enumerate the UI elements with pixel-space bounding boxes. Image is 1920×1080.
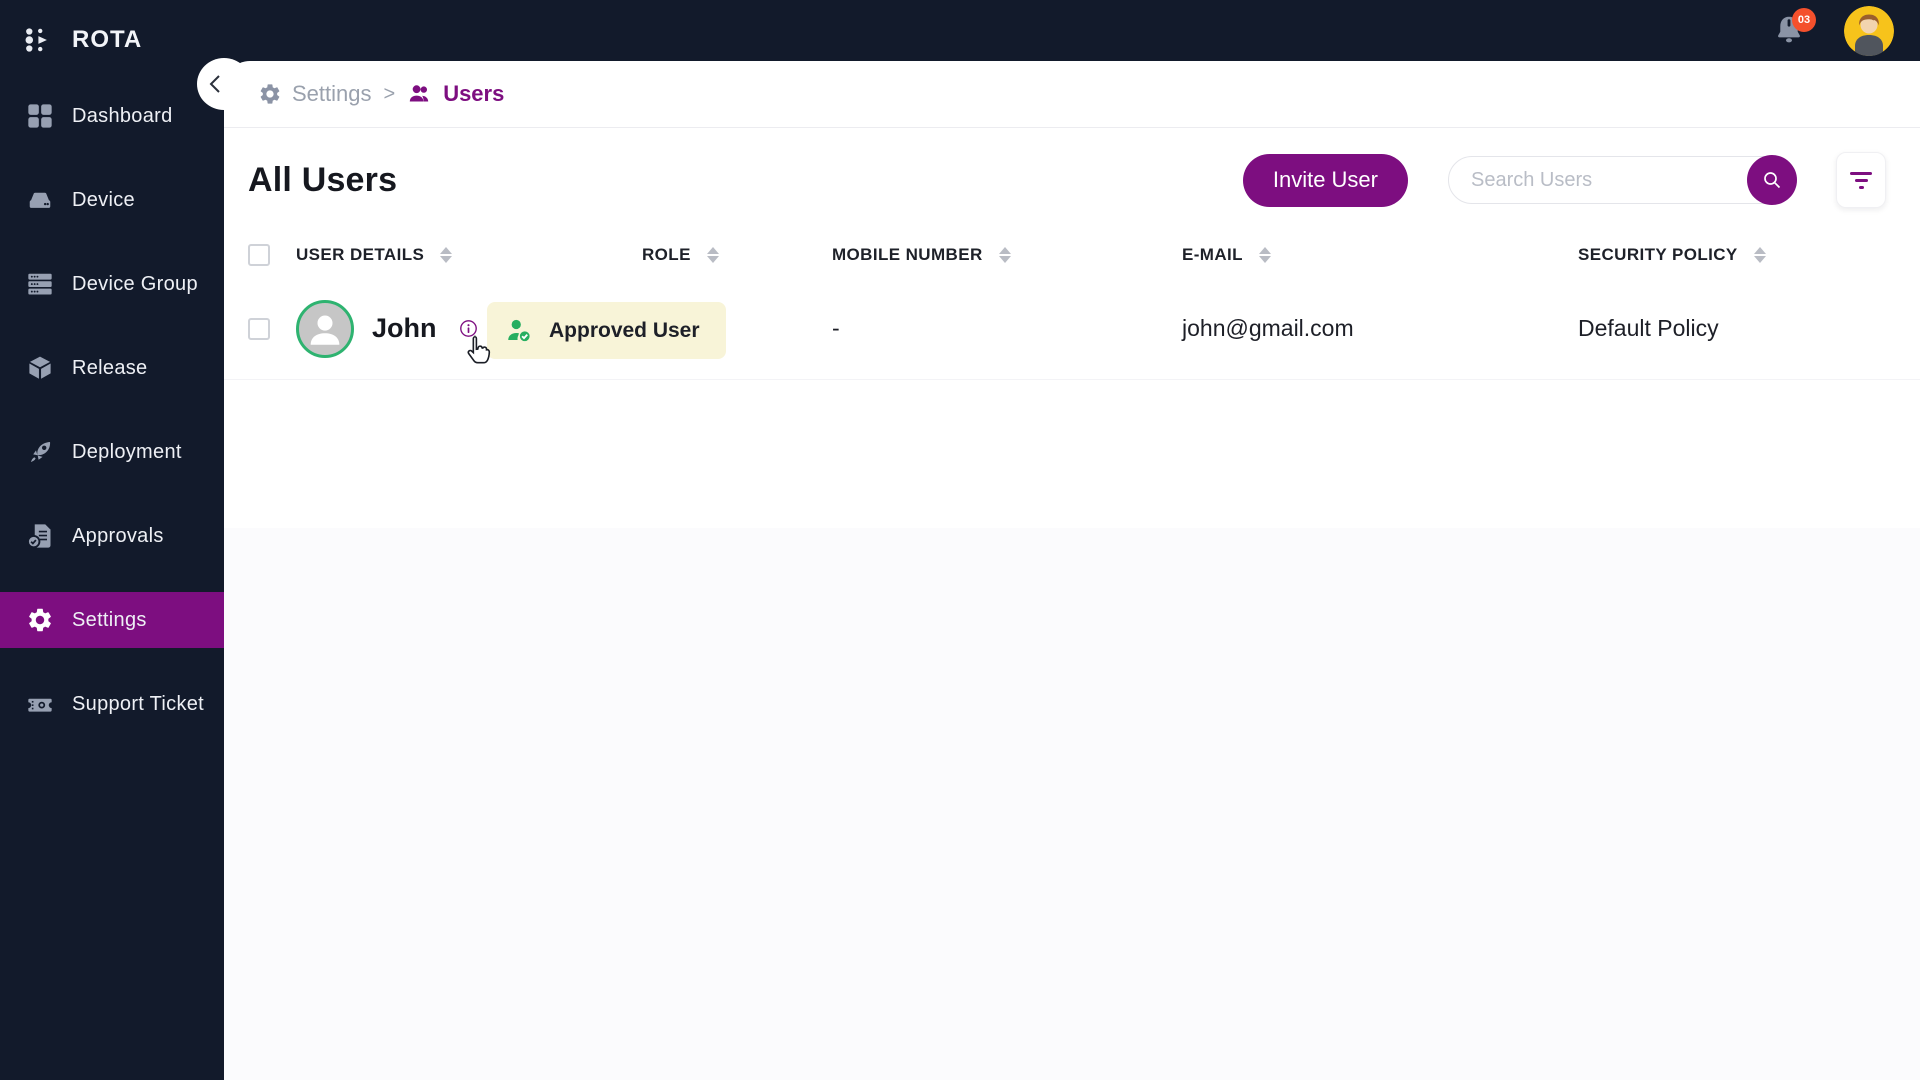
row-checkbox[interactable] (248, 317, 270, 340)
breadcrumb-settings-label: Settings (292, 81, 372, 106)
notification-badge: 03 (1792, 7, 1816, 32)
select-all-checkbox[interactable] (248, 244, 270, 266)
column-header-mobile[interactable]: MOBILE NUMBER (832, 245, 1182, 265)
sidebar-nav: Dashboard Device Device Group Release De… (0, 74, 224, 746)
sort-icon (1258, 247, 1271, 263)
mouse-cursor-icon (462, 334, 494, 377)
sidebar: ROTA Dashboard Device Device Group Relea… (0, 0, 224, 1080)
gear-icon (260, 84, 280, 104)
users-icon (409, 85, 429, 102)
search-button[interactable] (1747, 155, 1797, 205)
table-header: USER DETAILS ROLE MOBILE NUMBER E-MAIL S… (224, 232, 1920, 278)
sidebar-item-label: Release (72, 356, 148, 379)
email-cell: john@gmail.com (1182, 315, 1354, 341)
app-screen: ROTA Dashboard Device Device Group Relea… (0, 0, 1920, 1080)
avatar-image (1844, 5, 1894, 56)
breadcrumb-users[interactable]: Users (407, 81, 504, 107)
breadcrumb: Settings > Users (258, 81, 504, 107)
main-content: Settings > Users All Users Invite User S… (197, 58, 1920, 1080)
sort-icon (440, 247, 453, 263)
sort-icon (1753, 247, 1766, 263)
sidebar-item-device[interactable]: Device (0, 158, 224, 242)
table-row[interactable]: John n - john@gmail.com Default Policy (224, 278, 1920, 380)
sidebar-item-approvals[interactable]: Approvals (0, 494, 224, 578)
sidebar-item-label: Approvals (72, 524, 164, 547)
approved-user-icon (508, 319, 532, 343)
sidebar-item-label: Device Group (72, 272, 198, 295)
sidebar-item-label: Settings (72, 608, 147, 631)
topbar: 03 (224, 0, 1920, 61)
settings-icon (29, 608, 51, 632)
breadcrumb-bar: Settings > Users (224, 61, 1920, 128)
sidebar-item-dashboard[interactable]: Dashboard (0, 74, 224, 158)
page-title: All Users (248, 160, 398, 199)
filter-button[interactable] (1836, 152, 1886, 208)
approvals-icon (27, 524, 51, 549)
user-name: John (372, 313, 437, 343)
search-icon (1764, 172, 1781, 189)
sidebar-item-label: Dashboard (72, 104, 173, 127)
toolbar: All Users Invite User (248, 152, 1886, 208)
app-title: ROTA (72, 26, 143, 53)
column-header-security-policy[interactable]: SECURITY POLICY (1578, 245, 1920, 265)
invite-user-button[interactable]: Invite User (1242, 153, 1408, 207)
column-header-email[interactable]: E-MAIL (1182, 245, 1578, 265)
rota-logo-icon (25, 28, 47, 52)
sidebar-item-deployment[interactable]: Deployment (0, 410, 224, 494)
empty-area (224, 528, 1920, 1080)
sidebar-item-label: Support Ticket (72, 692, 205, 715)
breadcrumb-users-label: Users (443, 81, 505, 106)
device-group-icon (28, 273, 52, 295)
approved-user-tooltip: Approved User (487, 302, 726, 359)
deployment-icon (30, 441, 51, 463)
sidebar-item-settings[interactable]: Settings (0, 592, 224, 648)
mobile-cell: - (832, 315, 840, 341)
release-icon (29, 356, 51, 379)
sidebar-collapse-button[interactable] (197, 58, 251, 110)
sort-icon (706, 247, 719, 263)
dashboard-icon (28, 104, 52, 128)
device-icon (29, 192, 51, 208)
person-icon (310, 315, 340, 345)
breadcrumb-settings[interactable]: Settings (258, 81, 372, 107)
sidebar-item-label: Device (72, 188, 135, 211)
filter-icon (1850, 171, 1872, 175)
sort-icon (998, 247, 1011, 263)
sidebar-item-support-ticket[interactable]: Support Ticket (0, 662, 224, 746)
sidebar-item-label: Deployment (72, 440, 182, 463)
avatar (296, 299, 354, 358)
security-policy-cell: Default Policy (1578, 315, 1719, 341)
search (1448, 155, 1797, 205)
breadcrumb-separator: > (383, 82, 396, 105)
search-input[interactable] (1448, 156, 1796, 204)
column-header-role[interactable]: ROLE (642, 245, 832, 265)
chevron-left-icon (209, 75, 220, 93)
column-header-user-details[interactable]: USER DETAILS (296, 245, 642, 265)
sidebar-item-device-group[interactable]: Device Group (0, 242, 224, 326)
user-avatar[interactable] (1844, 5, 1894, 56)
support-ticket-icon (28, 698, 52, 712)
logo[interactable]: ROTA (0, 0, 224, 62)
sidebar-item-release[interactable]: Release (0, 326, 224, 410)
tooltip-label: Approved User (549, 318, 700, 342)
notifications-button[interactable]: 03 (1770, 7, 1816, 51)
